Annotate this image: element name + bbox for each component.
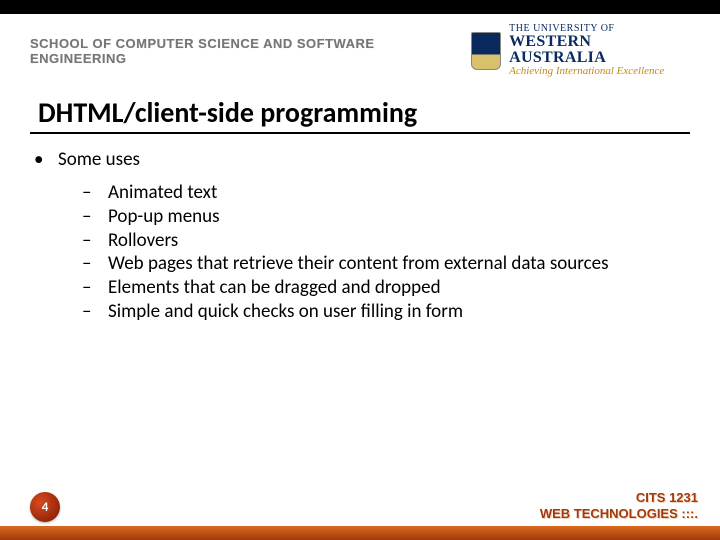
dash-icon: – <box>82 276 96 300</box>
uni-line2: WESTERN AUSTRALIA <box>509 34 690 66</box>
sub-item-text: Web pages that retrieve their content fr… <box>108 252 609 276</box>
sub-list: – Animated text – Pop-up menus – Rollove… <box>82 181 670 324</box>
main-bullet-text: Some uses <box>58 148 140 171</box>
uni-tagline: Achieving International Excellence <box>509 66 690 77</box>
sub-item-text: Pop-up menus <box>108 205 220 229</box>
header: SCHOOL OF COMPUTER SCIENCE AND SOFTWARE … <box>0 14 720 77</box>
content-area: • Some uses – Animated text – Pop-up men… <box>0 134 720 324</box>
bullet-icon: • <box>34 148 48 171</box>
title-container: DHTML/client-side programming <box>30 95 690 134</box>
slide-title: DHTML/client-side programming <box>38 95 690 130</box>
list-item: – Rollovers <box>82 229 670 253</box>
list-item: – Simple and quick checks on user fillin… <box>82 300 670 324</box>
dash-icon: – <box>82 181 96 205</box>
slide-number-badge: 4 <box>30 492 60 522</box>
school-name: SCHOOL OF COMPUTER SCIENCE AND SOFTWARE … <box>30 36 471 66</box>
crest-icon <box>471 32 501 70</box>
bottom-accent-bar <box>0 526 720 540</box>
list-item: – Animated text <box>82 181 670 205</box>
course-code: CITS 1231 <box>540 490 698 506</box>
list-item: – Web pages that retrieve their content … <box>82 252 670 276</box>
dash-icon: – <box>82 205 96 229</box>
main-bullet: • Some uses <box>34 148 670 171</box>
sub-item-text: Simple and quick checks on user filling … <box>108 300 463 324</box>
university-logo: THE UNIVERSITY OF WESTERN AUSTRALIA Achi… <box>471 24 690 77</box>
course-title: WEB TECHNOLOGIES :::. <box>540 506 698 522</box>
dash-icon: – <box>82 229 96 253</box>
dash-icon: – <box>82 300 96 324</box>
course-info: CITS 1231 WEB TECHNOLOGIES :::. <box>540 490 698 523</box>
list-item: – Elements that can be dragged and dropp… <box>82 276 670 300</box>
university-text: THE UNIVERSITY OF WESTERN AUSTRALIA Achi… <box>509 24 690 77</box>
list-item: – Pop-up menus <box>82 205 670 229</box>
sub-item-text: Elements that can be dragged and dropped <box>108 276 441 300</box>
top-accent-bar <box>0 0 720 14</box>
dash-icon: – <box>82 252 96 276</box>
sub-item-text: Rollovers <box>108 229 178 253</box>
footer: 4 CITS 1231 WEB TECHNOLOGIES :::. <box>0 490 720 523</box>
sub-item-text: Animated text <box>108 181 217 205</box>
